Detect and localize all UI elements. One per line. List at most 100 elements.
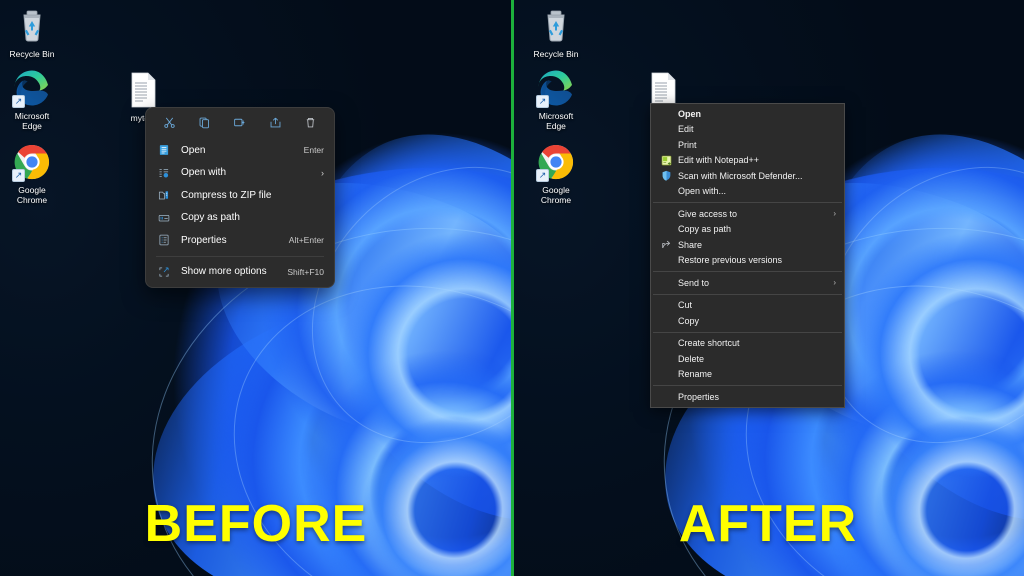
- menu-item-label: Cut: [678, 300, 693, 311]
- menu-item-show-more-options[interactable]: Show more options Shift+F10: [146, 261, 334, 284]
- menu-item-label: Show more options: [181, 266, 267, 278]
- trash-icon[interactable]: [298, 111, 322, 133]
- menu-item-share[interactable]: Share: [651, 237, 844, 253]
- desktop-icon-label: Google Chrome: [540, 185, 572, 205]
- menu-item-label: Share: [678, 239, 703, 250]
- defender-shield-icon: [659, 169, 673, 183]
- menu-item-label: Open with...: [678, 186, 727, 197]
- caption-before: BEFORE: [144, 495, 368, 553]
- rename-icon[interactable]: [228, 111, 252, 133]
- blank-icon: [659, 107, 673, 121]
- comparison-stage: Recycle Bin ↗ Microsoft Edge ↗ Google Ch…: [0, 0, 1024, 576]
- blank-icon: [659, 184, 673, 198]
- menu-item-accelerator: Shift+F10: [287, 266, 324, 277]
- menu-item-send-to[interactable]: Send to ›: [651, 275, 844, 291]
- share-icon: [659, 238, 673, 252]
- comparison-divider: [511, 0, 514, 576]
- menu-item-label: Send to: [678, 277, 710, 288]
- menu-item-create-shortcut[interactable]: Create shortcut: [651, 336, 844, 352]
- menu-item-give-access-to[interactable]: Give access to ›: [651, 206, 844, 222]
- desktop-icon-google-chrome[interactable]: ↗ Google Chrome: [524, 142, 588, 205]
- menu-separator: [653, 293, 842, 295]
- desktop-icon-microsoft-edge[interactable]: ↗ Microsoft Edge: [524, 68, 588, 131]
- menu-separator: [156, 255, 324, 257]
- menu-item-open-with[interactable]: Open with ›: [146, 162, 334, 185]
- shortcut-arrow-icon: ↗: [12, 169, 25, 182]
- open-with-icon: [156, 165, 172, 181]
- blank-icon: [659, 122, 673, 136]
- win11-context-menu[interactable]: Open Enter Open with › Compress to ZIP f…: [145, 107, 335, 288]
- menu-separator: [653, 385, 842, 386]
- menu-item-label: Properties: [181, 234, 227, 246]
- menu-item-label: Edit: [678, 124, 694, 135]
- chevron-right-icon: ›: [833, 209, 836, 219]
- desktop-icon-label: Google Chrome: [16, 185, 48, 205]
- win11-menu-items: Open Enter Open with › Compress to ZIP f…: [146, 136, 334, 287]
- menu-item-accelerator: Enter: [303, 145, 324, 156]
- menu-item-label: Restore previous versions: [678, 255, 783, 266]
- menu-item-accelerator: Alt+Enter: [288, 235, 324, 246]
- menu-item-delete[interactable]: Delete: [651, 351, 844, 367]
- copy-icon[interactable]: [193, 111, 217, 133]
- menu-item-rename[interactable]: Rename: [651, 367, 844, 383]
- win10-context-menu[interactable]: Open Edit Print Edit with Notepad++ Scan…: [650, 103, 845, 408]
- menu-item-copy[interactable]: Copy: [651, 313, 844, 329]
- menu-item-compress-to-zip[interactable]: Compress to ZIP file: [146, 184, 334, 207]
- menu-item-print[interactable]: Print: [651, 137, 844, 153]
- blank-icon: [659, 352, 673, 366]
- menu-item-label: Give access to: [678, 208, 738, 219]
- menu-item-properties[interactable]: Properties Alt+Enter: [146, 229, 334, 252]
- desktop-icon-label: Microsoft Edge: [538, 111, 574, 131]
- microsoft-edge-icon: ↗: [12, 68, 52, 108]
- copy-path-icon: [156, 210, 172, 226]
- menu-item-label: Copy: [678, 315, 700, 326]
- menu-item-properties[interactable]: Properties: [651, 389, 844, 405]
- blank-icon: [659, 367, 673, 381]
- menu-item-restore-previous-versions[interactable]: Restore previous versions: [651, 253, 844, 269]
- menu-item-open[interactable]: Open: [651, 106, 844, 122]
- menu-item-scan-with-microsoft-defender[interactable]: Scan with Microsoft Defender...: [651, 168, 844, 184]
- google-chrome-icon: ↗: [536, 142, 576, 182]
- desktop-icon-google-chrome[interactable]: ↗ Google Chrome: [0, 142, 64, 205]
- recycle-bin-icon: [536, 6, 576, 46]
- menu-separator: [653, 271, 842, 272]
- desktop-icon-recycle-bin[interactable]: Recycle Bin: [0, 6, 64, 59]
- desktop-wallpaper-before: [0, 0, 512, 576]
- menu-separator: [653, 331, 842, 333]
- chevron-right-icon: ›: [833, 278, 836, 288]
- show-more-options-icon: [156, 264, 172, 280]
- desktop-icon-recycle-bin[interactable]: Recycle Bin: [524, 6, 588, 59]
- blank-icon: [659, 222, 673, 236]
- blank-icon: [659, 253, 673, 267]
- menu-item-copy-as-path[interactable]: Copy as path: [146, 207, 334, 230]
- menu-item-label: Open: [678, 108, 702, 119]
- caption-after: AFTER: [678, 495, 858, 553]
- shortcut-arrow-icon: ↗: [536, 169, 549, 182]
- menu-item-open[interactable]: Open Enter: [146, 139, 334, 162]
- blank-icon: [659, 314, 673, 328]
- properties-icon: [156, 232, 172, 248]
- scissors-icon[interactable]: [158, 111, 182, 133]
- desktop-icon-label: Recycle Bin: [533, 49, 579, 59]
- menu-item-label: Edit with Notepad++: [678, 155, 760, 166]
- recycle-bin-icon: [12, 6, 52, 46]
- menu-item-label: Copy as path: [181, 212, 240, 224]
- menu-item-edit-with-notepad-plus-plus[interactable]: Edit with Notepad++: [651, 153, 844, 169]
- menu-item-label: Properties: [678, 391, 720, 402]
- menu-item-label: Compress to ZIP file: [181, 189, 272, 201]
- menu-item-open-with[interactable]: Open with...: [651, 184, 844, 200]
- menu-item-label: Delete: [678, 353, 705, 364]
- menu-item-copy-as-path[interactable]: Copy as path: [651, 222, 844, 238]
- blank-icon: [659, 138, 673, 152]
- shortcut-arrow-icon: ↗: [12, 95, 25, 108]
- blank-icon: [659, 207, 673, 221]
- desktop-icon-microsoft-edge[interactable]: ↗ Microsoft Edge: [0, 68, 64, 131]
- menu-item-cut[interactable]: Cut: [651, 298, 844, 314]
- chevron-right-icon: ›: [321, 167, 324, 178]
- share-icon[interactable]: [263, 111, 287, 133]
- blank-icon: [659, 276, 673, 290]
- menu-item-label: Open with: [181, 167, 227, 179]
- blank-icon: [659, 298, 673, 312]
- menu-item-label: Rename: [678, 369, 713, 380]
- menu-item-edit[interactable]: Edit: [651, 122, 844, 138]
